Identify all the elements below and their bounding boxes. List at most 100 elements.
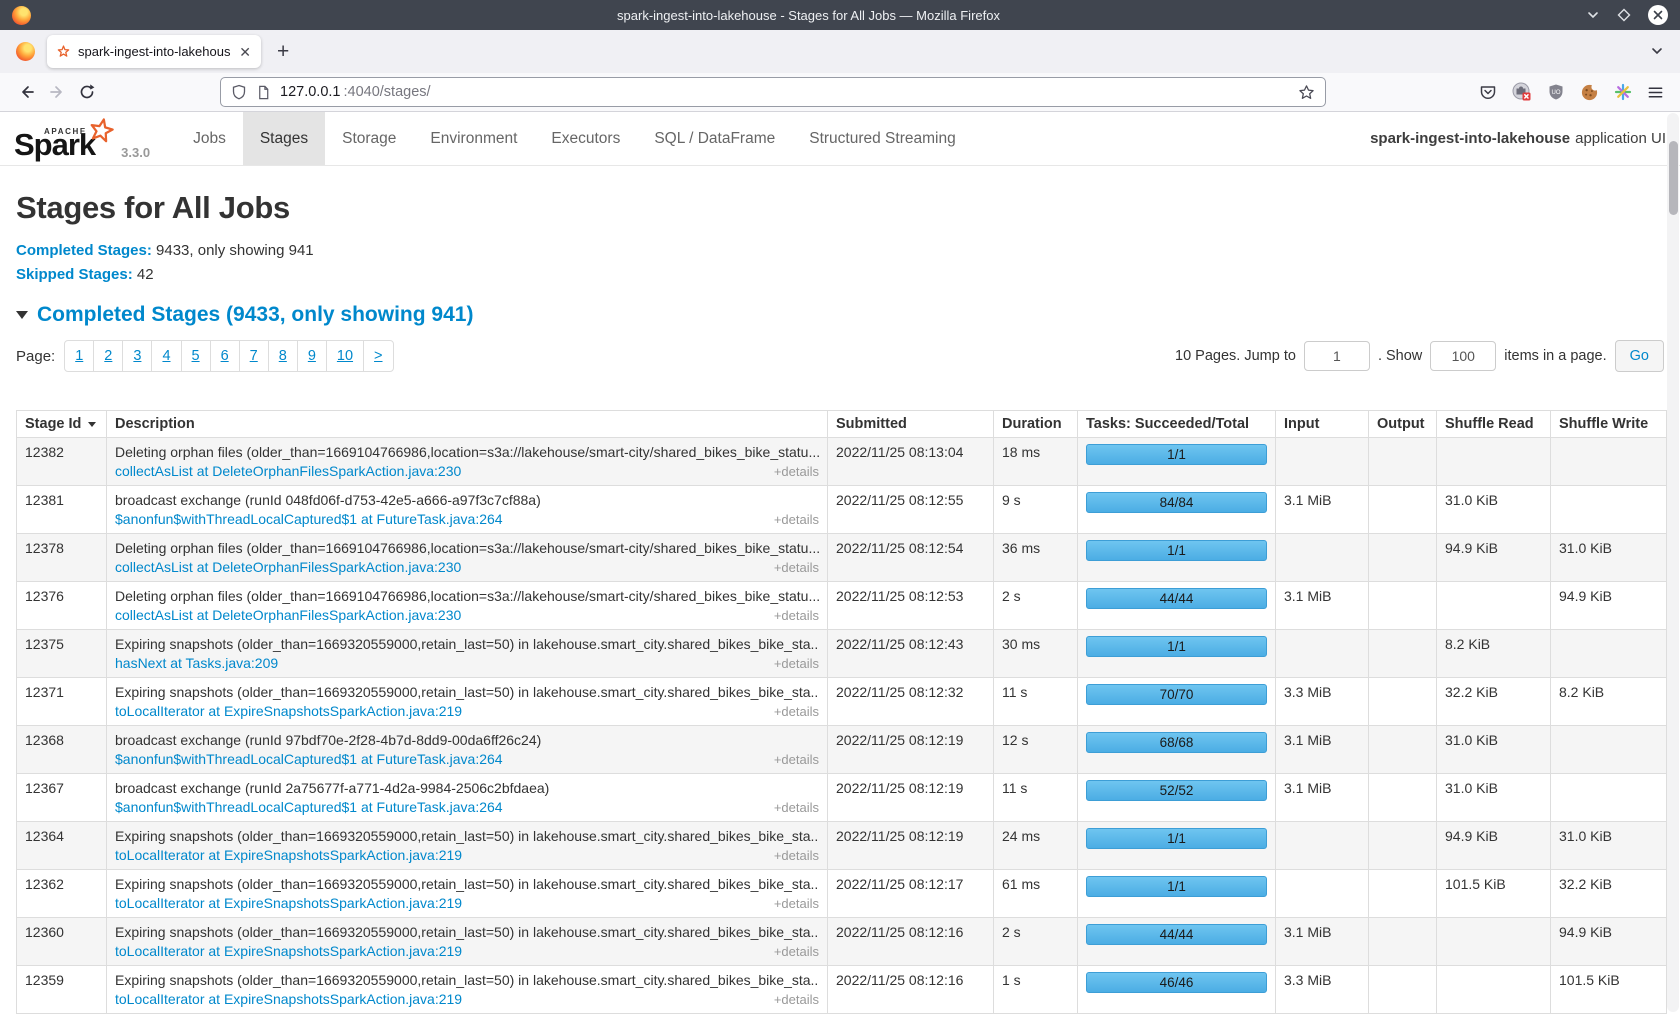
details-toggle[interactable]: +details xyxy=(774,944,819,959)
submitted-cell: 2022/11/25 08:12:16 xyxy=(828,966,994,1014)
details-toggle[interactable]: +details xyxy=(774,464,819,479)
page-button-3[interactable]: 3 xyxy=(122,340,152,372)
tasks-cell: 1/1 xyxy=(1078,534,1276,582)
input-cell xyxy=(1276,534,1369,582)
extension-blocked-icon[interactable] xyxy=(1512,82,1532,102)
ublock-shield-icon[interactable]: UO xyxy=(1547,83,1565,101)
page-button-8[interactable]: 8 xyxy=(268,340,298,372)
column-header-stage-id[interactable]: Stage Id xyxy=(17,411,107,438)
tab-close-icon[interactable]: ✕ xyxy=(239,45,251,59)
page-scrollbar[interactable] xyxy=(1667,113,1679,1012)
stage-id-cell: 12368 xyxy=(17,726,107,774)
back-icon[interactable] xyxy=(12,78,42,106)
stage-callsite-link[interactable]: toLocalIterator at ExpireSnapshotsSparkA… xyxy=(115,991,462,1007)
nav-item-structured-streaming[interactable]: Structured Streaming xyxy=(792,112,972,165)
stage-callsite-link[interactable]: collectAsList at DeleteOrphanFilesSparkA… xyxy=(115,607,461,623)
nav-item-jobs[interactable]: Jobs xyxy=(176,112,243,165)
items-per-page-label: items in a page. xyxy=(1504,348,1606,364)
stage-callsite-link[interactable]: collectAsList at DeleteOrphanFilesSparkA… xyxy=(115,463,461,479)
cookie-icon[interactable] xyxy=(1580,83,1599,102)
table-header-row: Stage IdDescriptionSubmittedDurationTask… xyxy=(17,411,1667,438)
window-close-icon[interactable] xyxy=(1648,5,1668,25)
section-title: Completed Stages (9433, only showing 941… xyxy=(37,303,473,327)
column-header-input[interactable]: Input xyxy=(1276,411,1369,438)
new-tab-button[interactable]: + xyxy=(277,41,289,62)
stage-callsite-link[interactable]: $anonfun$withThreadLocalCaptured$1 at Fu… xyxy=(115,511,503,527)
shield-icon[interactable] xyxy=(231,84,247,100)
nav-item-executors[interactable]: Executors xyxy=(534,112,637,165)
stage-callsite-link[interactable]: toLocalIterator at ExpireSnapshotsSparkA… xyxy=(115,703,462,719)
stage-callsite-link[interactable]: toLocalIterator at ExpireSnapshotsSparkA… xyxy=(115,943,462,959)
tab-list-chevron-icon[interactable] xyxy=(1650,44,1664,58)
page-button-2[interactable]: 2 xyxy=(93,340,123,372)
pocket-icon[interactable] xyxy=(1479,83,1497,101)
extension-sparkle-icon[interactable] xyxy=(1614,83,1632,101)
stage-callsite-link[interactable]: toLocalIterator at ExpireSnapshotsSparkA… xyxy=(115,895,462,911)
stage-id-cell: 12375 xyxy=(17,630,107,678)
completed-stages-link[interactable]: Completed Stages: xyxy=(16,242,152,259)
details-toggle[interactable]: +details xyxy=(774,848,819,863)
details-toggle[interactable]: +details xyxy=(774,704,819,719)
reload-icon[interactable] xyxy=(72,78,102,106)
tasks-cell: 46/46 xyxy=(1078,966,1276,1014)
stage-callsite-link[interactable]: $anonfun$withThreadLocalCaptured$1 at Fu… xyxy=(115,799,503,815)
page-button-10[interactable]: 10 xyxy=(326,340,364,372)
browser-tab[interactable]: spark-ingest-into-lakehous ✕ xyxy=(47,35,261,68)
details-toggle[interactable]: +details xyxy=(774,752,819,767)
column-header-submitted[interactable]: Submitted xyxy=(828,411,994,438)
details-toggle[interactable]: +details xyxy=(774,896,819,911)
forward-icon[interactable] xyxy=(42,78,72,106)
nav-item-environment[interactable]: Environment xyxy=(413,112,534,165)
stage-callsite-link[interactable]: $anonfun$withThreadLocalCaptured$1 at Fu… xyxy=(115,751,503,767)
go-button[interactable]: Go xyxy=(1615,340,1664,372)
nav-item-sql-dataframe[interactable]: SQL / DataFrame xyxy=(637,112,792,165)
column-header-duration[interactable]: Duration xyxy=(994,411,1078,438)
shuffle-read-cell: 94.9 KiB xyxy=(1437,534,1551,582)
menu-hamburger-icon[interactable] xyxy=(1647,84,1664,101)
bookmark-star-icon[interactable] xyxy=(1298,84,1315,101)
firefox-view-icon[interactable] xyxy=(16,42,35,61)
details-toggle[interactable]: +details xyxy=(774,992,819,1007)
window-maximize-icon[interactable] xyxy=(1617,8,1631,22)
completed-stages-section-header[interactable]: Completed Stages (9433, only showing 941… xyxy=(16,303,1664,327)
column-header-shuffle-write[interactable]: Shuffle Write xyxy=(1551,411,1667,438)
table-row: 12362 Expiring snapshots (older_than=166… xyxy=(17,870,1667,918)
url-bar[interactable]: 127.0.0.1:4040/stages/ xyxy=(220,77,1326,107)
stage-description: Deleting orphan files (older_than=166910… xyxy=(115,588,819,604)
page-button-6[interactable]: 6 xyxy=(210,340,240,372)
page-button-9[interactable]: 9 xyxy=(297,340,327,372)
details-toggle[interactable]: +details xyxy=(774,512,819,527)
nav-item-stages[interactable]: Stages xyxy=(243,112,325,165)
stage-callsite-link[interactable]: hasNext at Tasks.java:209 xyxy=(115,655,278,671)
details-toggle[interactable]: +details xyxy=(774,656,819,671)
page-button-1[interactable]: 1 xyxy=(64,340,94,372)
details-toggle[interactable]: +details xyxy=(774,608,819,623)
page-next-button[interactable]: > xyxy=(363,340,393,372)
scrollbar-thumb[interactable] xyxy=(1669,141,1678,215)
shuffle-write-cell xyxy=(1551,438,1667,486)
column-header-output[interactable]: Output xyxy=(1369,411,1437,438)
page-button-7[interactable]: 7 xyxy=(239,340,269,372)
page-button-4[interactable]: 4 xyxy=(151,340,181,372)
details-toggle[interactable]: +details xyxy=(774,800,819,815)
shuffle-read-cell xyxy=(1437,966,1551,1014)
tasks-cell: 52/52 xyxy=(1078,774,1276,822)
submitted-cell: 2022/11/25 08:12:16 xyxy=(828,918,994,966)
svg-text:UO: UO xyxy=(1552,90,1561,96)
skipped-stages-link[interactable]: Skipped Stages: xyxy=(16,266,133,283)
tasks-progress-bar: 44/44 xyxy=(1086,588,1267,609)
column-header-description[interactable]: Description xyxy=(107,411,828,438)
page-button-5[interactable]: 5 xyxy=(181,340,211,372)
column-header-shuffle-read[interactable]: Shuffle Read xyxy=(1437,411,1551,438)
window-minimize-icon[interactable] xyxy=(1586,8,1600,22)
details-toggle[interactable]: +details xyxy=(774,560,819,575)
nav-item-storage[interactable]: Storage xyxy=(325,112,413,165)
page-info-icon[interactable] xyxy=(256,85,271,100)
items-per-page-input[interactable] xyxy=(1430,341,1496,371)
stage-callsite-link[interactable]: collectAsList at DeleteOrphanFilesSparkA… xyxy=(115,559,461,575)
tasks-count: 1/1 xyxy=(1167,543,1186,558)
stage-callsite-link[interactable]: toLocalIterator at ExpireSnapshotsSparkA… xyxy=(115,847,462,863)
column-header-tasks-succeeded-total[interactable]: Tasks: Succeeded/Total xyxy=(1078,411,1276,438)
jump-to-page-input[interactable] xyxy=(1304,341,1370,371)
spark-logo[interactable]: APACHE Spark xyxy=(14,129,95,160)
